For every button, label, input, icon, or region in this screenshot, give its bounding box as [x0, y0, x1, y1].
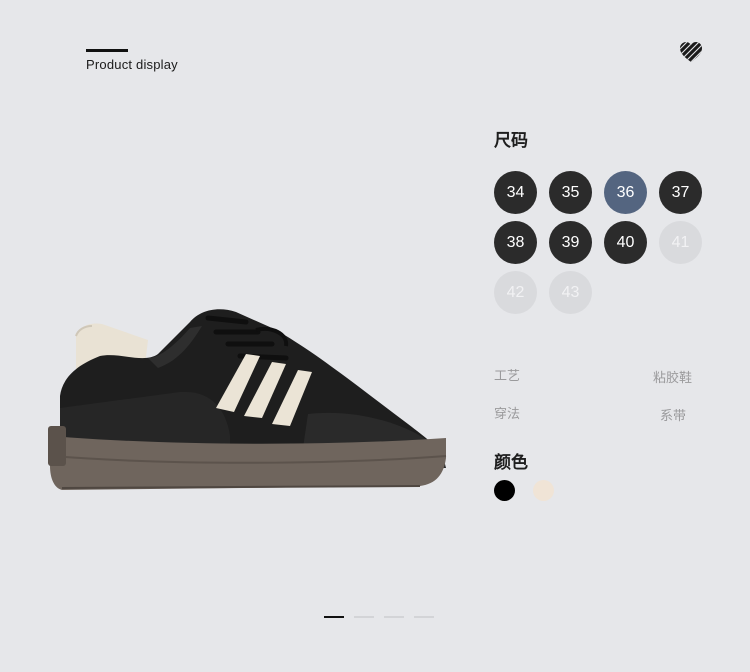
pager-dot-active[interactable] [324, 616, 344, 618]
carousel-pager [324, 616, 434, 618]
size-option[interactable]: 40 [604, 221, 647, 264]
color-label: 颜色 [494, 453, 528, 472]
section-title: Product display [86, 57, 178, 72]
pager-dot[interactable] [384, 616, 404, 618]
pager-dot[interactable] [414, 616, 434, 618]
size-option-selected[interactable]: 36 [604, 171, 647, 214]
product-shoe-image [48, 309, 447, 490]
favorite-heart-icon[interactable] [678, 40, 704, 64]
size-option-disabled: 41 [659, 221, 702, 264]
spec-craft-value: 粘胶鞋 [653, 370, 693, 385]
size-option[interactable]: 39 [549, 221, 592, 264]
spec-wear-value: 系带 [660, 408, 687, 423]
size-option[interactable]: 37 [659, 171, 702, 214]
pager-dot[interactable] [354, 616, 374, 618]
size-option-disabled: 42 [494, 271, 537, 314]
size-option[interactable]: 38 [494, 221, 537, 264]
spec-wear-key: 穿法 [494, 406, 521, 421]
size-grid: 34 35 36 37 38 39 40 41 42 43 [494, 171, 709, 314]
size-option[interactable]: 35 [549, 171, 592, 214]
size-label: 尺码 [494, 131, 528, 150]
header-accent-bar [86, 49, 128, 52]
color-swatch-cream[interactable] [533, 480, 554, 501]
size-option[interactable]: 34 [494, 171, 537, 214]
spec-craft-key: 工艺 [494, 368, 521, 383]
color-swatch-black[interactable] [494, 480, 515, 501]
size-option-disabled: 43 [549, 271, 592, 314]
